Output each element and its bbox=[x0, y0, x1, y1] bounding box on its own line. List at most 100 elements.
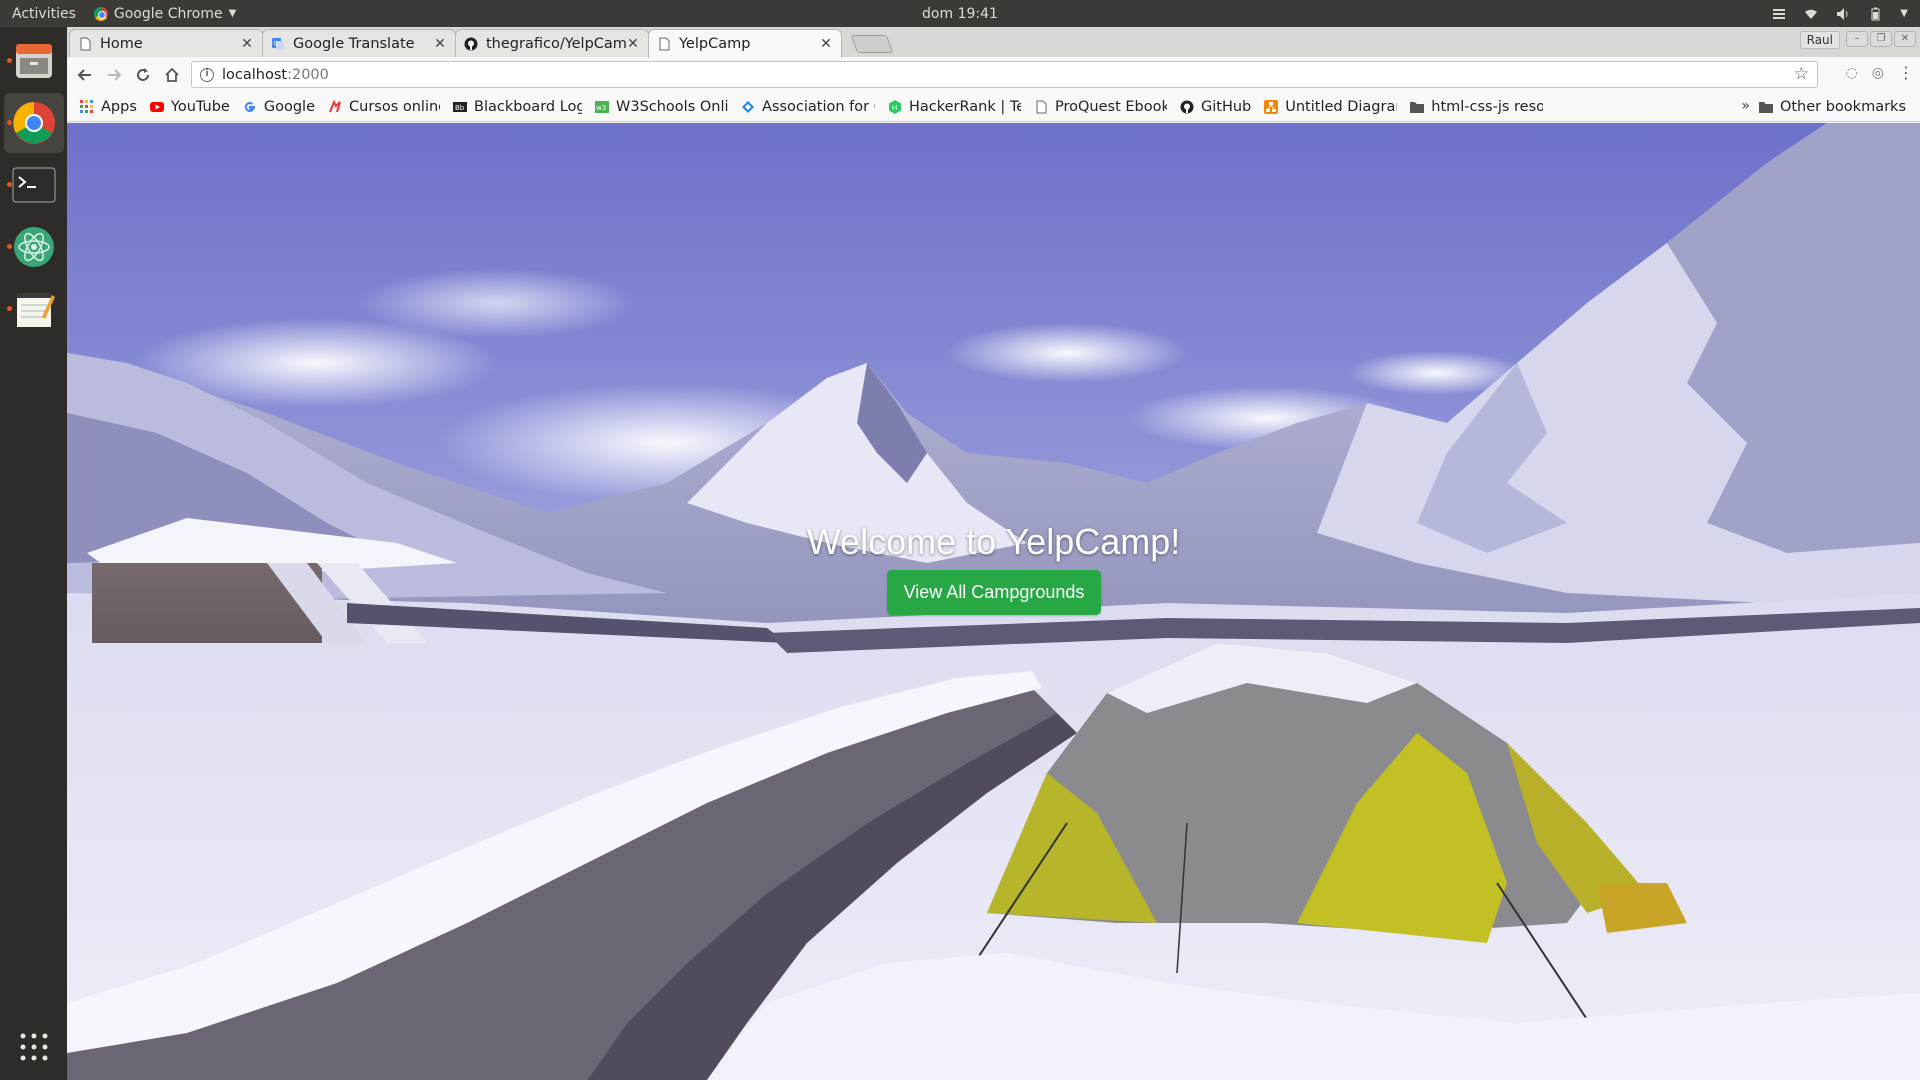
tab-github-repo[interactable]: thegrafico/YelpCam ✕ bbox=[455, 29, 649, 57]
bookmark-label: ProQuest Ebook bbox=[1055, 98, 1167, 115]
page-icon bbox=[659, 37, 670, 51]
running-indicator bbox=[7, 58, 12, 63]
reload-button[interactable] bbox=[129, 61, 157, 89]
other-bookmarks-label: Other bookmarks bbox=[1779, 99, 1906, 115]
system-tray[interactable]: ▼ bbox=[1772, 0, 1908, 27]
address-bar[interactable]: i localhost:2000 ☆ bbox=[191, 61, 1818, 88]
star-icon[interactable]: ☆ bbox=[1794, 64, 1809, 84]
cast-icon[interactable]: ◎ bbox=[1872, 65, 1884, 81]
bookmark-label: GitHub bbox=[1201, 98, 1252, 115]
close-icon[interactable]: ✕ bbox=[433, 36, 447, 52]
page-viewport: Welcome to YelpCamp! View All Campground… bbox=[67, 123, 1920, 1080]
hackerrank-icon: H bbox=[889, 99, 901, 114]
bookmark-untitled-diagram[interactable]: Untitled Diagran bbox=[1264, 99, 1397, 115]
bookmark-label: Apps bbox=[101, 98, 137, 115]
svg-text:w3: w3 bbox=[596, 104, 606, 112]
bookmarks-bar: Apps YouTube Google Cursos online - e Bb… bbox=[67, 92, 1920, 122]
bookmark-blackboard[interactable]: Bb Blackboard Logi bbox=[453, 99, 582, 115]
drawio-icon bbox=[1264, 99, 1279, 114]
activities-button[interactable]: Activities bbox=[12, 6, 76, 22]
dock-atom[interactable] bbox=[4, 217, 64, 277]
chevron-down-icon: ▼ bbox=[228, 8, 237, 19]
github-icon bbox=[1180, 100, 1194, 113]
acm-icon bbox=[742, 100, 754, 113]
bookmark-label: HackerRank | Tec bbox=[909, 98, 1021, 115]
bookmark-label: html-css-js resou bbox=[1431, 98, 1544, 115]
hero-section: Welcome to YelpCamp! View All Campground… bbox=[67, 123, 1920, 1080]
tab-home[interactable]: Home ✕ bbox=[69, 29, 263, 57]
back-button[interactable] bbox=[71, 61, 99, 89]
chrome-icon bbox=[93, 6, 108, 21]
system-top-bar: Activities Google Chrome ▼ dom 19:41 ▼ bbox=[0, 0, 1920, 27]
tab-strip: Home ✕ G Google Translate ✕ thegrafico/Y… bbox=[67, 27, 1920, 58]
bookmark-acm[interactable]: Association for C bbox=[741, 99, 875, 115]
menu-lines-icon[interactable] bbox=[1772, 7, 1786, 21]
tab-google-translate[interactable]: G Google Translate ✕ bbox=[262, 29, 456, 57]
bookmark-google[interactable]: Google bbox=[243, 99, 315, 115]
dock-terminal[interactable] bbox=[4, 155, 64, 215]
dock-files[interactable] bbox=[4, 31, 64, 91]
bookmark-proquest[interactable]: ProQuest Ebook bbox=[1034, 99, 1167, 115]
running-indicator bbox=[7, 182, 12, 187]
svg-text:G: G bbox=[274, 40, 279, 47]
forward-button[interactable] bbox=[100, 61, 128, 89]
show-applications[interactable] bbox=[4, 1017, 64, 1077]
extension-area: ◌ ◎ ⋮ bbox=[1846, 63, 1914, 82]
app-menu[interactable]: Google Chrome ▼ bbox=[93, 6, 237, 22]
view-all-campgrounds-button[interactable]: View All Campgrounds bbox=[887, 570, 1101, 615]
home-button[interactable] bbox=[158, 61, 186, 89]
extension-icon[interactable]: ◌ bbox=[1846, 65, 1858, 81]
new-tab-button[interactable] bbox=[850, 35, 894, 53]
page-icon bbox=[1036, 100, 1047, 113]
folder-icon bbox=[1758, 102, 1773, 113]
maximize-button[interactable]: ❐ bbox=[1870, 31, 1892, 47]
url-port: :2000 bbox=[287, 66, 329, 83]
apps-grid-icon bbox=[80, 99, 93, 113]
bookmark-label: Cursos online - e bbox=[349, 98, 440, 115]
profile-button[interactable]: Raul bbox=[1799, 31, 1840, 49]
bookmark-w3schools[interactable]: w3 W3Schools Onli bbox=[595, 99, 728, 115]
blackboard-icon: Bb bbox=[453, 101, 467, 112]
page-icon bbox=[80, 37, 91, 50]
close-window-button[interactable]: ✕ bbox=[1894, 31, 1916, 47]
bookmark-html-css-js[interactable]: html-css-js resou bbox=[1410, 99, 1543, 115]
power-menu-arrow-icon[interactable]: ▼ bbox=[1900, 8, 1908, 19]
home-icon bbox=[165, 67, 179, 82]
terminal-icon bbox=[12, 167, 56, 203]
cursos-icon bbox=[329, 99, 341, 112]
dock-text-editor[interactable] bbox=[4, 279, 64, 339]
w3schools-icon: w3 bbox=[595, 100, 609, 113]
google-icon bbox=[244, 101, 255, 112]
minimize-button[interactable]: – bbox=[1846, 31, 1868, 47]
browser-toolbar: i localhost:2000 ☆ ◌ ◎ ⋮ bbox=[67, 57, 1920, 92]
tab-title: Home bbox=[100, 35, 143, 52]
bookmark-github[interactable]: GitHub bbox=[1180, 99, 1251, 115]
bookmark-apps[interactable]: Apps bbox=[80, 99, 137, 115]
volume-icon[interactable] bbox=[1836, 7, 1850, 21]
url-host: localhost bbox=[222, 66, 288, 83]
running-indicator bbox=[7, 120, 12, 125]
notepad-icon bbox=[17, 293, 55, 327]
close-icon[interactable]: ✕ bbox=[626, 36, 640, 52]
clock[interactable]: dom 19:41 bbox=[922, 6, 998, 22]
bookmark-cursos-online[interactable]: Cursos online - e bbox=[328, 99, 440, 115]
apps-grid-icon bbox=[20, 1033, 48, 1061]
tab-title: Google Translate bbox=[293, 35, 415, 52]
kebab-menu-icon[interactable]: ⋮ bbox=[1898, 63, 1914, 82]
info-icon[interactable]: i bbox=[200, 67, 214, 82]
bookmark-label: Untitled Diagran bbox=[1285, 98, 1398, 115]
page-title: Welcome to YelpCamp! bbox=[806, 521, 1181, 562]
youtube-icon bbox=[149, 101, 164, 112]
close-icon[interactable]: ✕ bbox=[819, 36, 833, 52]
more-bookmarks-button[interactable]: » bbox=[1741, 98, 1750, 114]
bookmark-youtube[interactable]: YouTube bbox=[149, 99, 230, 115]
window-controls: – ❐ ✕ bbox=[1846, 31, 1916, 47]
close-icon[interactable]: ✕ bbox=[240, 36, 254, 52]
dock-chrome[interactable] bbox=[4, 93, 64, 153]
wifi-icon[interactable] bbox=[1804, 7, 1818, 21]
bookmark-hackerrank[interactable]: H HackerRank | Tec bbox=[888, 99, 1021, 115]
tab-yelpcamp[interactable]: YelpCamp ✕ bbox=[648, 29, 842, 58]
atom-editor-icon bbox=[14, 227, 54, 267]
battery-icon[interactable] bbox=[1868, 7, 1882, 21]
other-bookmarks[interactable]: Other bookmarks bbox=[1758, 92, 1906, 122]
